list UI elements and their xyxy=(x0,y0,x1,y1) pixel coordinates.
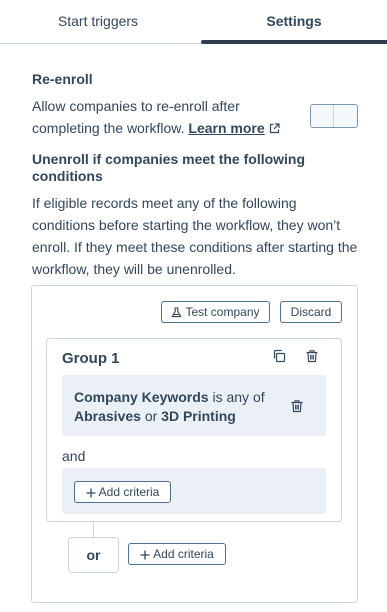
external-link-icon xyxy=(269,118,280,140)
criteria-value: 3D Printing xyxy=(161,408,236,424)
test-company-button[interactable]: Test company xyxy=(161,301,270,323)
tab-settings[interactable]: Settings xyxy=(201,0,387,44)
reenroll-toggle[interactable] xyxy=(310,104,358,128)
copy-icon[interactable] xyxy=(272,349,288,365)
test-company-label: Test company xyxy=(185,305,260,319)
tab-start-triggers[interactable]: Start triggers xyxy=(0,0,196,44)
criteria-joiner: or xyxy=(144,408,158,424)
add-criteria-label: Add criteria xyxy=(153,547,214,561)
flask-icon xyxy=(172,307,182,318)
active-tab-indicator xyxy=(201,40,387,44)
group-connector xyxy=(93,522,94,537)
criteria-property: Company Keywords xyxy=(74,389,209,405)
trash-icon[interactable] xyxy=(305,349,321,365)
learn-more-link[interactable]: Learn more xyxy=(188,120,280,136)
unenroll-heading: Unenroll if companies meet the following… xyxy=(32,151,306,184)
reenroll-heading: Re-enroll xyxy=(32,71,93,87)
criteria-value: Abrasives xyxy=(74,408,141,424)
add-criteria-button[interactable]: Add criteria xyxy=(128,543,226,565)
discard-button[interactable]: Discard xyxy=(280,301,342,323)
criteria-card[interactable] xyxy=(62,375,326,436)
criteria-operator: is any of xyxy=(212,389,265,405)
or-button[interactable]: or xyxy=(68,537,119,573)
trash-icon[interactable] xyxy=(290,399,306,415)
discard-label: Discard xyxy=(290,305,332,319)
toggle-divider xyxy=(333,105,334,127)
plus-icon xyxy=(140,550,150,560)
unenroll-description: If eligible records meet any of the foll… xyxy=(32,195,358,277)
and-label: and xyxy=(62,448,86,464)
tab-bar: Start triggers Settings xyxy=(0,0,387,44)
group-title: Group 1 xyxy=(62,350,120,367)
add-criteria-button[interactable]: Add criteria xyxy=(74,481,171,503)
criteria-values: Abrasives or 3D Printing xyxy=(74,408,236,424)
learn-more-label: Learn more xyxy=(188,120,265,136)
plus-icon xyxy=(86,488,96,498)
add-criteria-label: Add criteria xyxy=(98,485,160,499)
reenroll-description: Allow companies to re-enroll after compl… xyxy=(32,95,308,140)
criteria-condition: Company Keywords is any of xyxy=(74,389,265,405)
